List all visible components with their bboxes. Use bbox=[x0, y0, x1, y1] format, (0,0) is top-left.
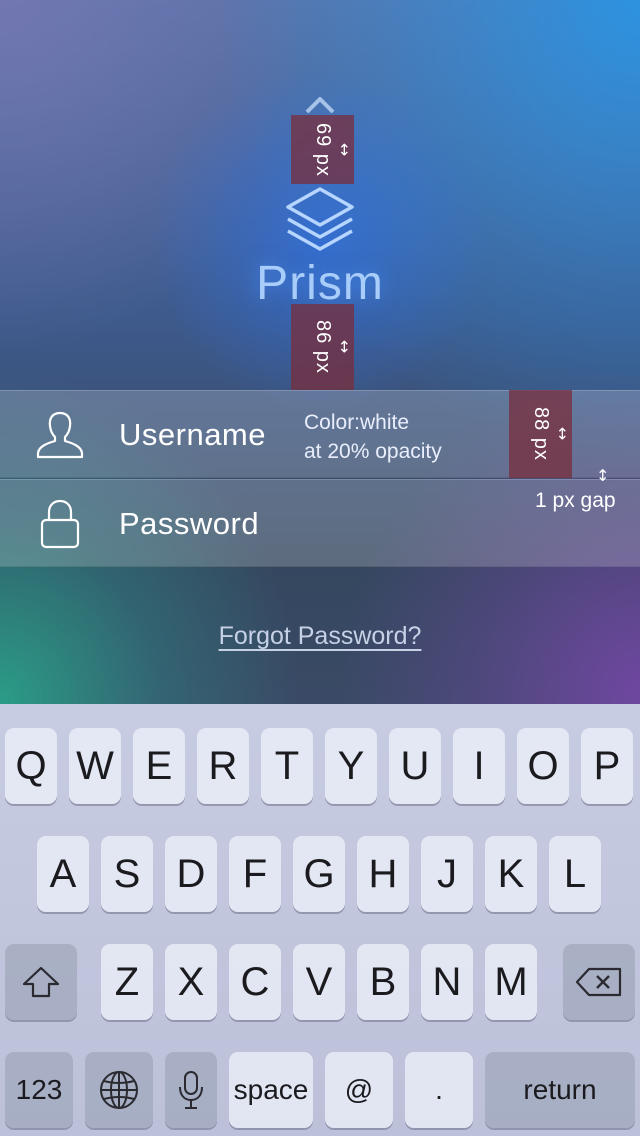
key-v[interactable]: V bbox=[293, 944, 345, 1020]
key-y[interactable]: Y bbox=[325, 728, 377, 804]
key-u[interactable]: U bbox=[389, 728, 441, 804]
color-annotation: Color:white at 20% opacity bbox=[304, 408, 442, 466]
spacing-value: 88 px bbox=[530, 407, 552, 461]
lock-icon bbox=[40, 499, 80, 549]
globe-icon bbox=[100, 1071, 138, 1109]
spacing-value: 69 px bbox=[312, 122, 334, 177]
key-t[interactable]: T bbox=[261, 728, 313, 804]
spacing-value: 86 px bbox=[312, 320, 334, 374]
key-m[interactable]: M bbox=[485, 944, 537, 1020]
key-q[interactable]: Q bbox=[5, 728, 57, 804]
gap-annotation: 1 px gap bbox=[535, 489, 616, 512]
forgot-password-container: Forgot Password? bbox=[0, 622, 640, 651]
key-h[interactable]: H bbox=[357, 836, 409, 912]
annotation-line-1: Color:white bbox=[304, 411, 410, 434]
spacing-measure-logo: 86 px ↕ bbox=[291, 304, 354, 390]
key-l[interactable]: L bbox=[549, 836, 601, 912]
layers-stack-icon bbox=[286, 187, 354, 251]
microphone-icon bbox=[179, 1071, 203, 1109]
key-z[interactable]: Z bbox=[101, 944, 153, 1020]
microphone-key[interactable] bbox=[165, 1052, 217, 1128]
app-title: Prism bbox=[256, 257, 384, 310]
field-height-measure: 88 px ↕ bbox=[509, 390, 572, 478]
key-r[interactable]: R bbox=[197, 728, 249, 804]
chevron-up-icon[interactable] bbox=[304, 94, 336, 116]
username-label: Username bbox=[119, 417, 266, 452]
key-e[interactable]: E bbox=[133, 728, 185, 804]
key-c[interactable]: C bbox=[229, 944, 281, 1020]
key-j[interactable]: J bbox=[421, 836, 473, 912]
period-key[interactable]: . bbox=[405, 1052, 473, 1128]
numbers-key[interactable]: 123 bbox=[5, 1052, 73, 1128]
key-k[interactable]: K bbox=[485, 836, 537, 912]
forgot-password-link[interactable]: Forgot Password? bbox=[219, 622, 422, 650]
key-i[interactable]: I bbox=[453, 728, 505, 804]
shift-key[interactable] bbox=[5, 944, 77, 1020]
double-arrow-icon: ↕ bbox=[555, 424, 569, 444]
globe-key[interactable] bbox=[85, 1052, 153, 1128]
key-b[interactable]: B bbox=[357, 944, 409, 1020]
annotation-line-2: at 20% opacity bbox=[304, 440, 442, 463]
key-f[interactable]: F bbox=[229, 836, 281, 912]
delete-key[interactable] bbox=[563, 944, 635, 1020]
at-key[interactable]: @ bbox=[325, 1052, 393, 1128]
double-arrow-icon: ↕ bbox=[596, 466, 610, 485]
key-x[interactable]: X bbox=[165, 944, 217, 1020]
return-key[interactable]: return bbox=[485, 1052, 635, 1128]
key-d[interactable]: D bbox=[165, 836, 217, 912]
key-g[interactable]: G bbox=[293, 836, 345, 912]
shift-icon bbox=[22, 966, 60, 998]
key-p[interactable]: P bbox=[581, 728, 633, 804]
key-n[interactable]: N bbox=[421, 944, 473, 1020]
double-arrow-icon: ↕ bbox=[337, 140, 351, 159]
password-label: Password bbox=[119, 506, 260, 541]
double-arrow-icon: ↕ bbox=[337, 337, 351, 357]
key-s[interactable]: S bbox=[101, 836, 153, 912]
spacing-measure-top: 69 px ↕ bbox=[291, 115, 354, 184]
keyboard: Q W E R T Y U I O P A S D F G H J K L Z … bbox=[0, 704, 640, 1136]
backspace-icon bbox=[575, 967, 622, 997]
key-a[interactable]: A bbox=[37, 836, 89, 912]
key-o[interactable]: O bbox=[517, 728, 569, 804]
user-icon bbox=[36, 411, 84, 459]
space-key[interactable]: space bbox=[229, 1052, 313, 1128]
key-w[interactable]: W bbox=[69, 728, 121, 804]
